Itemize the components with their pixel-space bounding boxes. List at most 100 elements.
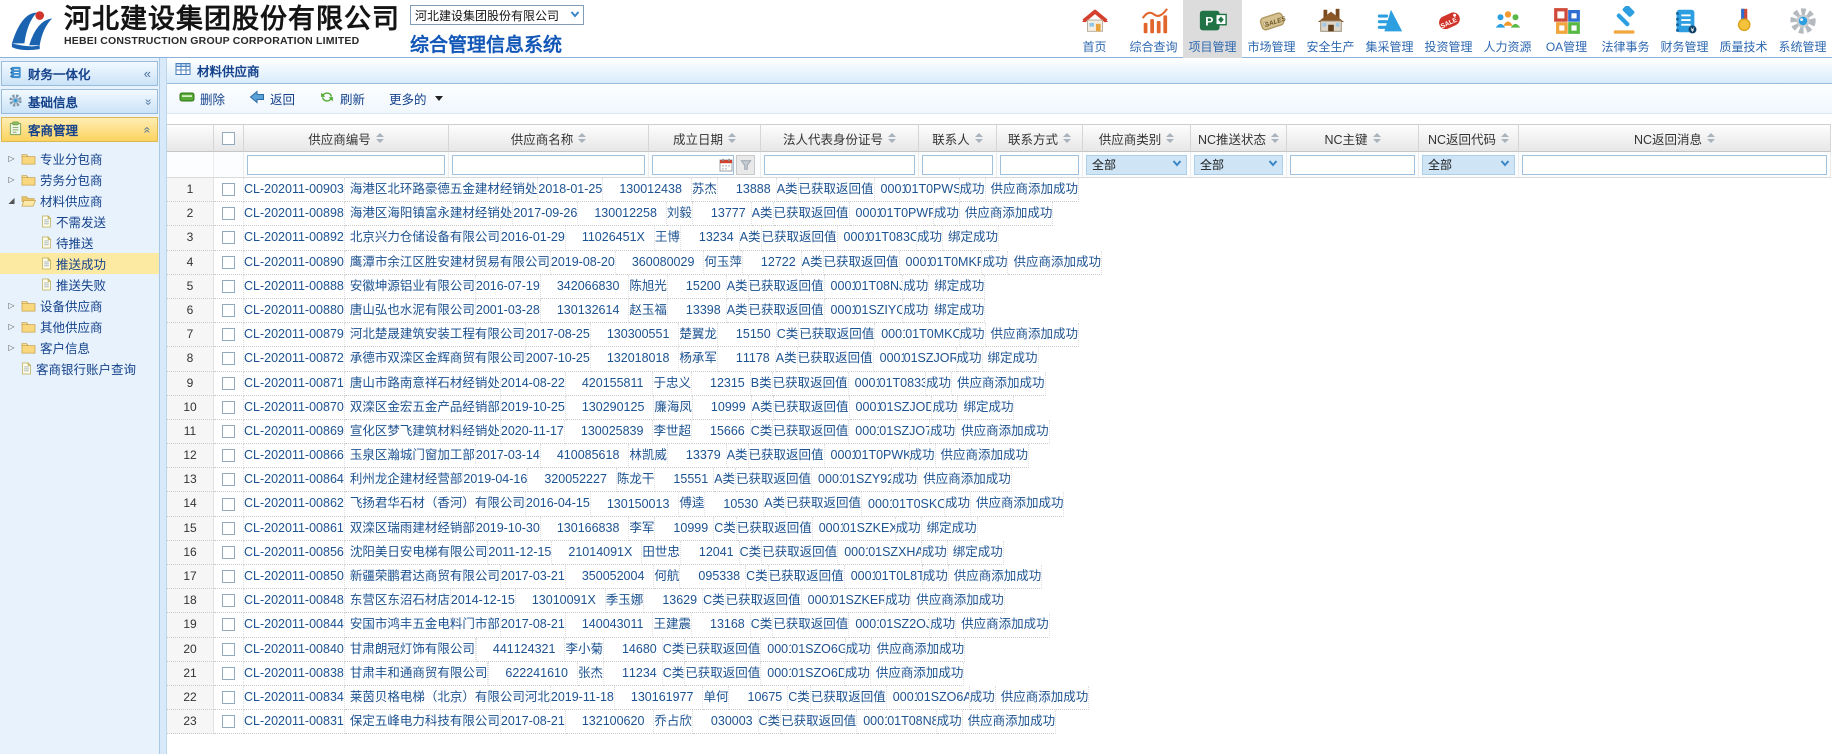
nav-item-market[interactable]: SALES市场管理 [1242, 0, 1301, 58]
filter-select-category[interactable]: 全部 [1086, 155, 1187, 175]
tree-collapsed-icon[interactable]: ▷ [6, 154, 17, 163]
table-row[interactable]: 10CL-202011-00870双滦区金宏五金产品经销部2019-10-251… [167, 396, 1831, 420]
col-header-contact[interactable]: 联系人 [919, 124, 997, 152]
tree-item[interactable]: ▷其他供应商 [0, 316, 159, 337]
table-row[interactable]: 19CL-202011-00844安国市鸿丰五金电料门市部2017-08-211… [167, 613, 1831, 637]
table-row[interactable]: 1CL-202011-00903海港区北环路豪德五金建材经销处2018-01-2… [167, 178, 1831, 202]
tree-collapsed-icon[interactable]: ▷ [6, 301, 17, 310]
sidebar-section-customer-mgmt[interactable]: 客商管理 « [1, 117, 158, 142]
row-checkbox[interactable] [222, 618, 235, 631]
row-checkbox[interactable] [222, 231, 235, 244]
sidebar-module-finance-integration[interactable]: 财务一体化 « [1, 61, 158, 86]
row-checkbox[interactable] [222, 256, 235, 269]
tree-item[interactable]: ▷专业分包商 [0, 148, 159, 169]
table-row[interactable]: 3CL-202011-00892北京兴力仓储设备有限公司2016-01-2911… [167, 226, 1831, 250]
row-checkbox[interactable] [222, 328, 235, 341]
nav-item-safety[interactable]: 安全生产 [1301, 0, 1360, 58]
collapse-sidebar-icon[interactable]: « [144, 66, 151, 81]
table-row[interactable]: 17CL-202011-00850新疆荣鹏君达商贸有限公司2017-03-213… [167, 565, 1831, 589]
filter-input-nc_msg[interactable] [1522, 155, 1827, 175]
table-row[interactable]: 7CL-202011-00879河北楚晟建筑安装工程有限公司2017-08-25… [167, 323, 1831, 347]
col-header-nc_status[interactable]: NC推送状态 [1191, 124, 1287, 152]
nav-item-legal[interactable]: 法律事务 [1596, 0, 1655, 58]
row-checkbox[interactable] [222, 401, 235, 414]
nav-item-finance[interactable]: ¥财务管理 [1655, 0, 1714, 58]
expand-section-icon[interactable]: « [141, 98, 155, 105]
tree-item[interactable]: ▷设备供应商 [0, 295, 159, 316]
table-row[interactable]: 22CL-202011-00834莱茵贝格电梯（北京）有限公司河北2019-11… [167, 686, 1831, 710]
table-row[interactable]: 9CL-202011-00871唐山市路南意祥石材经销处2014-08-2242… [167, 372, 1831, 396]
tree-item[interactable]: 推送失败 [0, 274, 159, 295]
row-checkbox[interactable] [222, 304, 235, 317]
table-row[interactable]: 14CL-202011-00862飞扬君华石材（香河）有限公司2016-04-1… [167, 492, 1831, 516]
row-checkbox[interactable] [222, 715, 235, 728]
tree-item[interactable]: ▷劳务分包商 [0, 169, 159, 190]
sidebar-splitter[interactable] [160, 58, 167, 754]
row-checkbox[interactable] [222, 643, 235, 656]
tree-item[interactable]: ▷客户信息 [0, 337, 159, 358]
calendar-icon[interactable] [719, 158, 733, 172]
row-checkbox[interactable] [222, 352, 235, 365]
col-header-nc_msg[interactable]: NC返回消息 [1519, 124, 1831, 152]
table-row[interactable]: 6CL-202011-00880唐山弘也水泥有限公司2001-03-281301… [167, 299, 1831, 323]
nav-item-quality[interactable]: 质量技术 [1714, 0, 1773, 58]
row-checkbox[interactable] [222, 667, 235, 680]
nav-item-oa[interactable]: OA管理 [1537, 0, 1596, 58]
row-checkbox[interactable] [222, 498, 235, 511]
table-row[interactable]: 23CL-202011-00831保定五峰电力科技有限公司2017-08-211… [167, 710, 1831, 734]
more-button[interactable]: 更多的 [389, 89, 443, 108]
filter-input-code[interactable] [247, 155, 445, 175]
row-checkbox[interactable] [222, 183, 235, 196]
nav-item-home[interactable]: 首页 [1065, 0, 1124, 58]
tree-item[interactable]: 客商银行账户查询 [0, 358, 159, 379]
col-header-category[interactable]: 供应商类别 [1083, 124, 1191, 152]
row-checkbox[interactable] [222, 691, 235, 704]
col-header-name[interactable]: 供应商名称 [449, 124, 649, 152]
nav-item-hr[interactable]: 人力资源 [1478, 0, 1537, 58]
table-row[interactable]: 5CL-202011-00888安徽坤源铝业有限公司2016-07-193420… [167, 275, 1831, 299]
nav-item-procurement[interactable]: 集采管理 [1360, 0, 1419, 58]
row-checkbox[interactable] [222, 377, 235, 390]
tree-collapsed-icon[interactable]: ▷ [6, 343, 17, 352]
table-row[interactable]: 2CL-202011-00898海港区海阳镇富永建材经销处2017-09-261… [167, 202, 1831, 226]
row-checkbox[interactable] [222, 570, 235, 583]
filter-input-nc_key[interactable] [1290, 155, 1415, 175]
col-header-date[interactable]: 成立日期 [649, 124, 761, 152]
filter-input-name[interactable] [452, 155, 645, 175]
tree-item[interactable]: 待推送 [0, 232, 159, 253]
refresh-button[interactable]: 刷新 [319, 89, 365, 108]
select-all-checkbox[interactable] [222, 132, 235, 145]
table-row[interactable]: 21CL-202011-00838甘肃丰和通商贸有限公司622241610张杰1… [167, 662, 1831, 686]
col-header-nc_key[interactable]: NC主键 [1287, 124, 1419, 152]
row-checkbox[interactable] [222, 425, 235, 438]
nav-item-investment[interactable]: SALE投资管理 [1419, 0, 1478, 58]
col-header-phone[interactable]: 联系方式 [997, 124, 1083, 152]
nav-item-system[interactable]: 系统管理 [1773, 0, 1832, 58]
nav-item-query[interactable]: 综合查询 [1124, 0, 1183, 58]
delete-button[interactable]: 删除 [179, 89, 225, 108]
collapse-section-icon[interactable]: « [141, 126, 155, 133]
row-checkbox[interactable] [222, 280, 235, 293]
table-row[interactable]: 12CL-202011-00866玉泉区瀚城门窗加工部2017-03-14410… [167, 444, 1831, 468]
tree-item[interactable]: ◢材料供应商 [0, 190, 159, 211]
filter-input-contact[interactable] [922, 155, 993, 175]
table-row[interactable]: 8CL-202011-00872承德市双滦区金辉商贸有限公司2007-10-25… [167, 347, 1831, 371]
row-checkbox[interactable] [222, 473, 235, 486]
tree-item[interactable]: 推送成功 [0, 253, 159, 274]
table-row[interactable]: 16CL-202011-00856沈阳美日安电梯有限公司2011-12-1521… [167, 541, 1831, 565]
filter-funnel-icon[interactable] [736, 155, 755, 175]
row-checkbox[interactable] [222, 546, 235, 559]
filter-select-nc_status[interactable]: 全部 [1194, 155, 1283, 175]
col-header-legal_id[interactable]: 法人代表身份证号 [761, 124, 919, 152]
filter-input-phone[interactable] [1000, 155, 1079, 175]
filter-input-legal_id[interactable] [764, 155, 915, 175]
col-header-nc_code[interactable]: NC返回代码 [1419, 124, 1519, 152]
row-checkbox[interactable] [222, 449, 235, 462]
tree-expanded-icon[interactable]: ◢ [6, 196, 17, 205]
back-button[interactable]: 返回 [249, 89, 295, 108]
table-row[interactable]: 13CL-202011-00864利州龙企建材经营部2019-04-163200… [167, 468, 1831, 492]
row-checkbox[interactable] [222, 522, 235, 535]
table-row[interactable]: 20CL-202011-00840甘肃朗冠灯饰有限公司441124321李小菊1… [167, 638, 1831, 662]
col-header-code[interactable]: 供应商编号 [244, 124, 449, 152]
sidebar-section-basic-info[interactable]: 基础信息 « [1, 89, 158, 114]
